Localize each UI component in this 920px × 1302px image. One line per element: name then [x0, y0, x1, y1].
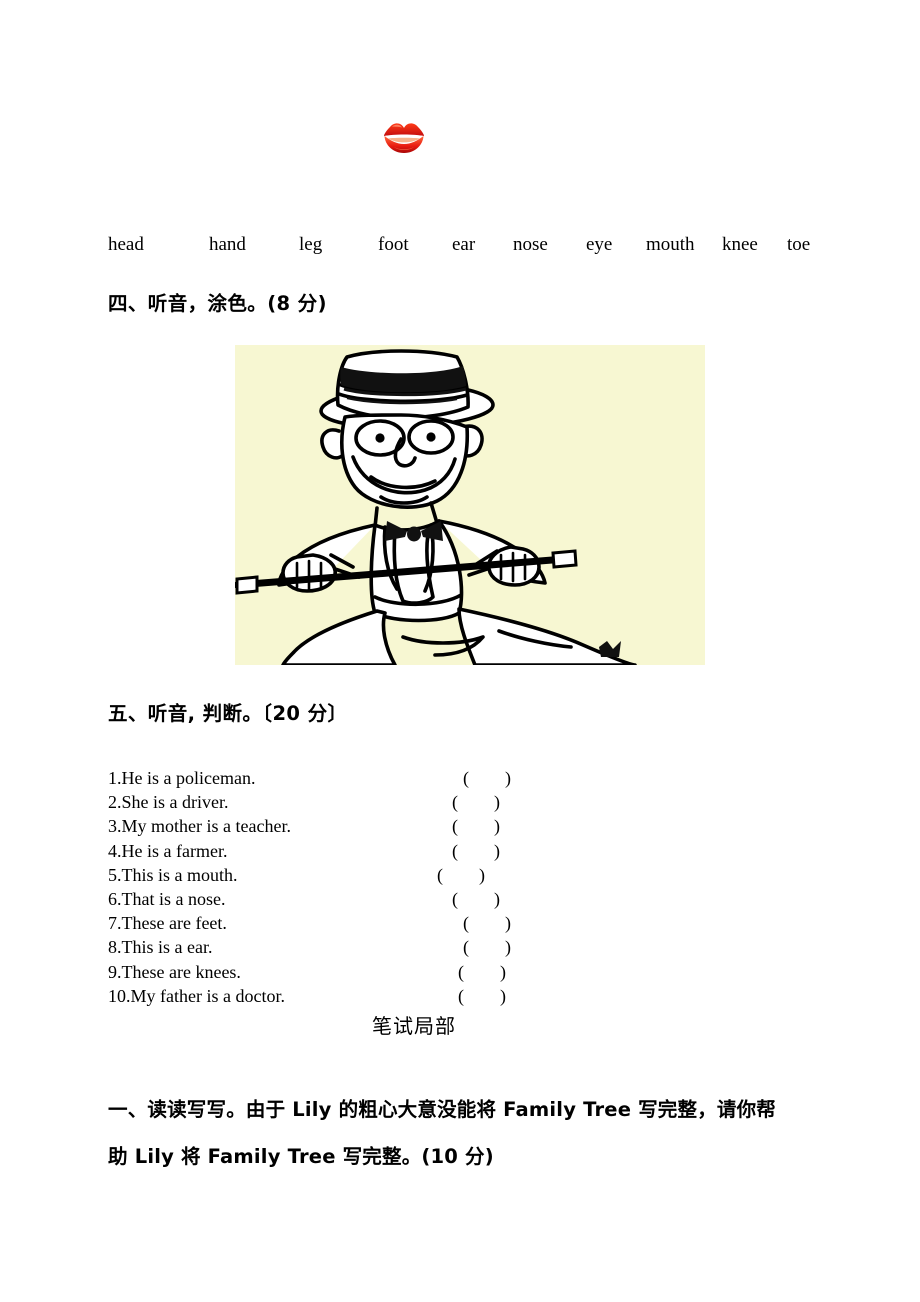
exercise-one-instructions: 一、读读写写。由于 Lily 的粗心大意没能将 Family Tree 写完整，… [108, 1086, 824, 1180]
sentence-text: 4.He is a farmer. [108, 840, 228, 861]
word-bank: head hand leg foot ear nose eye mouth kn… [0, 232, 920, 262]
list-item: 2.She is a driver. ( ) [0, 790, 920, 814]
answer-parentheses[interactable]: ( ) [452, 814, 500, 838]
list-item: 3.My mother is a teacher. ( ) [0, 814, 920, 838]
written-part-title-text: 笔试局部 [372, 1014, 456, 1038]
sentence-text: 3.My mother is a teacher. [108, 816, 291, 837]
sentence-text: 1.He is a policeman. [108, 768, 256, 788]
word-knee: knee [722, 234, 758, 255]
sentence-text: 7.These are feet. [108, 913, 227, 934]
word-nose: nose [513, 234, 548, 255]
sentence-text: 8.This is a ear. [108, 937, 213, 958]
sentence-text: 9.These are knees. [108, 961, 241, 982]
coloring-picture [235, 345, 705, 665]
exercise-one-line-2: 助 Lily 将 Family Tree 写完整。(10 分) [108, 1145, 494, 1168]
answer-parentheses[interactable]: ( ) [458, 960, 506, 984]
section-five-heading: 五、听音, 判断。〔20 分〕 [108, 702, 348, 725]
word-eye: eye [586, 234, 613, 255]
lips-icon [382, 118, 426, 158]
section-four-heading: 四、听音，涂色。(8 分) [108, 292, 327, 315]
list-item: 7.These are feet. ( ) [0, 911, 920, 935]
word-toe: toe [787, 234, 811, 255]
answer-parentheses[interactable]: ( ) [463, 766, 511, 790]
list-item: 5.This is a mouth. ( ) [0, 863, 920, 887]
sentence-text: 5.This is a mouth. [108, 864, 238, 885]
list-item: 10.My father is a doctor. ( ) [0, 984, 920, 1008]
word-ear: ear [452, 234, 476, 255]
list-item: 6.That is a nose. ( ) [0, 887, 920, 911]
word-mouth: mouth [646, 234, 695, 255]
answer-parentheses[interactable]: ( ) [458, 984, 506, 1008]
list-item: 1.He is a policeman. ( ) [0, 766, 920, 790]
answer-parentheses[interactable]: ( ) [437, 863, 485, 887]
answer-parentheses[interactable]: ( ) [463, 935, 511, 959]
word-leg: leg [299, 234, 323, 255]
exercise-one-line-1: 一、读读写写。由于 Lily 的粗心大意没能将 Family Tree 写完整，… [108, 1098, 777, 1121]
sentence-text: 10.My father is a doctor. [108, 985, 285, 1006]
true-false-list: 1.He is a policeman. ( ) 2.She is a driv… [0, 766, 920, 1008]
sentence-text: 2.She is a driver. [108, 792, 229, 813]
answer-parentheses[interactable]: ( ) [452, 839, 500, 863]
worksheet-page: head hand leg foot ear nose eye mouth kn… [0, 0, 920, 1302]
list-item: 8.This is a ear. ( ) [0, 935, 920, 959]
list-item: 9.These are knees. ( ) [0, 960, 920, 984]
word-foot: foot [378, 234, 409, 255]
written-part-title: 笔试局部 [0, 1012, 920, 1040]
answer-parentheses[interactable]: ( ) [452, 790, 500, 814]
word-head: head [108, 234, 144, 255]
word-hand: hand [209, 234, 246, 255]
answer-parentheses[interactable]: ( ) [463, 911, 511, 935]
answer-parentheses[interactable]: ( ) [452, 887, 500, 911]
list-item: 4.He is a farmer. ( ) [0, 839, 920, 863]
sentence-text: 6.That is a nose. [108, 888, 226, 909]
